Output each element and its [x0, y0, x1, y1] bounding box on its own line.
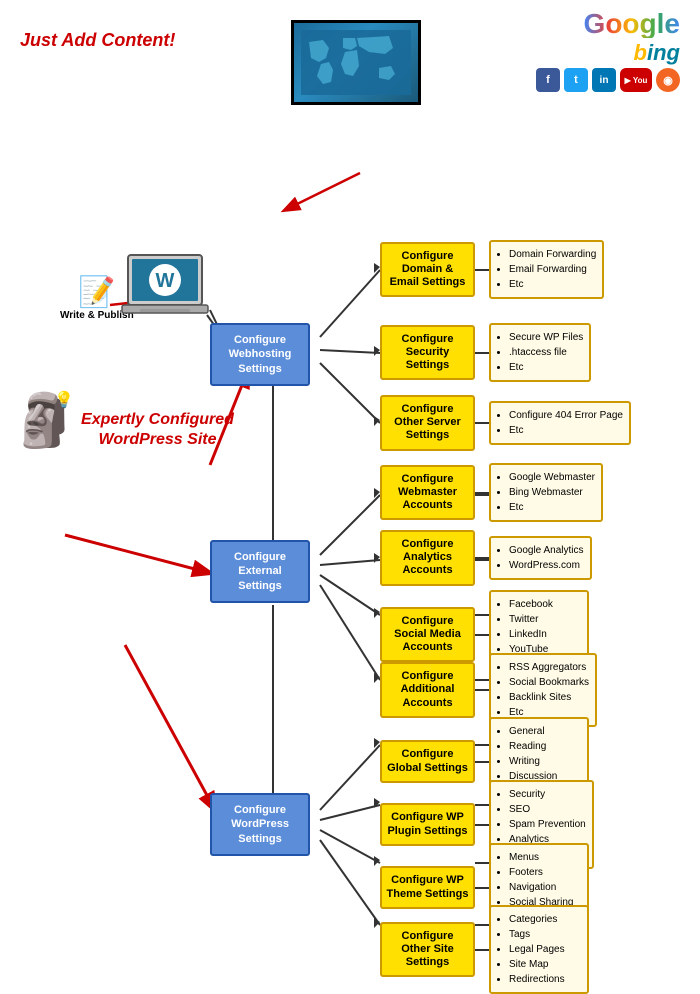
analytics-bullets: Google Analytics WordPress.com: [489, 536, 592, 580]
facebook-icon[interactable]: f: [536, 68, 560, 92]
global-box[interactable]: Configure Global Settings: [380, 740, 475, 782]
twitter-icon[interactable]: t: [564, 68, 588, 92]
expertly-configured-label: Expertly Configured WordPress Site: [70, 410, 245, 450]
h-connector-2: [475, 352, 489, 354]
main-container: Just Add Content! Google: [0, 0, 700, 945]
other-site-bullets: Categories Tags Legal Pages Site Map Red…: [489, 905, 589, 994]
webmaster-group: Configure Webmaster Accounts Google Webm…: [380, 463, 603, 522]
configure-wordpress-box[interactable]: Configure WordPress Settings: [210, 793, 310, 856]
top-right-logos: Google bing f t in ▶ You ◉: [536, 10, 680, 92]
h-connector-4: [475, 492, 489, 494]
bing-logo: bing: [634, 42, 680, 64]
domain-email-bullets: Domain Forwarding Email Forwarding Etc: [489, 240, 604, 299]
h-connector-1: [475, 269, 489, 271]
just-add-content-label: Just Add Content!: [20, 30, 175, 52]
h-connector-8: [475, 761, 489, 763]
diagram-wrapper: 📝 Write & Publish W 🗿 💡 Expertly Configu…: [10, 105, 690, 945]
other-server-box[interactable]: Configure Other Server Settings: [380, 395, 475, 451]
wp-plugin-box[interactable]: Configure WP Plugin Settings: [380, 803, 475, 845]
h-connector-10: [475, 887, 489, 889]
domain-email-group: Configure Domain & Email Settings Domain…: [380, 240, 604, 299]
h-connector-5: [475, 557, 489, 559]
h-connector-11: [475, 949, 489, 951]
social-icons-row: f t in ▶ You ◉: [536, 68, 680, 92]
security-box[interactable]: Configure Security Settings: [380, 325, 475, 381]
additional-group: Configure Additional Accounts RSS Aggreg…: [380, 653, 597, 727]
lightbulb-icon: 💡: [54, 390, 74, 410]
other-site-group: Configure Other Site Settings Categories…: [380, 905, 589, 994]
other-site-box[interactable]: Configure Other Site Settings: [380, 922, 475, 978]
analytics-group: Configure Analytics Accounts Google Anal…: [380, 530, 592, 586]
h-connector-3: [475, 422, 489, 424]
configure-external-box[interactable]: Configure External Settings: [210, 540, 310, 603]
world-map: [291, 20, 421, 105]
additional-bullets: RSS Aggregators Social Bookmarks Backlin…: [489, 653, 597, 727]
analytics-box[interactable]: Configure Analytics Accounts: [380, 530, 475, 586]
h-connector-7: [475, 689, 489, 691]
h-connector-9: [475, 824, 489, 826]
webmaster-box[interactable]: Configure Webmaster Accounts: [380, 465, 475, 521]
google-logo: Google: [584, 10, 680, 38]
additional-box[interactable]: Configure Additional Accounts: [380, 662, 475, 718]
youtube-icon[interactable]: ▶ You: [620, 68, 652, 92]
h-connector-6: [475, 634, 489, 636]
top-section: Just Add Content! Google: [0, 0, 700, 105]
configure-webhosting-box[interactable]: Configure Webhosting Settings: [210, 323, 310, 386]
other-server-group: Configure Other Server Settings Configur…: [380, 395, 631, 451]
rss-icon[interactable]: ◉: [656, 68, 680, 92]
security-bullets: Secure WP Files .htaccess file Etc: [489, 323, 591, 382]
other-server-bullets: Configure 404 Error Page Etc: [489, 401, 631, 445]
domain-email-box[interactable]: Configure Domain & Email Settings: [380, 242, 475, 298]
wp-laptop: W: [120, 253, 210, 323]
security-group: Configure Security Settings Secure WP Fi…: [380, 323, 591, 382]
linkedin-icon[interactable]: in: [592, 68, 616, 92]
webmaster-bullets: Google Webmaster Bing Webmaster Etc: [489, 463, 603, 522]
svg-text:W: W: [156, 270, 175, 292]
